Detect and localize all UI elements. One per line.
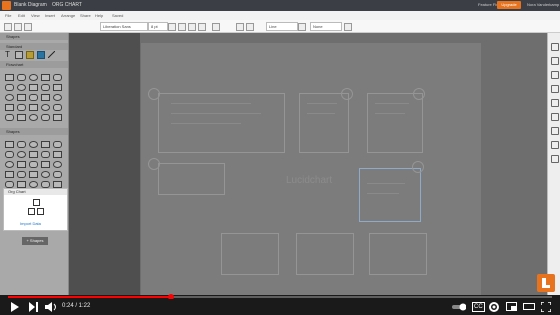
document-title[interactable]: Blank Diagram [14,2,47,8]
text-options-icon[interactable] [551,99,559,107]
text-line [171,123,241,124]
diagram-node-handle [413,88,425,100]
menu-file[interactable]: File [5,13,11,18]
lucidchart-logo-icon[interactable] [2,1,11,10]
upgrade-button[interactable]: Upgrade [497,1,521,9]
fullscreen-icon[interactable] [541,302,551,312]
text-line [367,193,399,194]
diagram-node-handle [148,88,160,100]
text-line [171,103,251,104]
save-status: Saved [112,13,124,18]
org-chart-shape-icon[interactable] [37,208,44,215]
diagram-node-handle [148,158,160,170]
text-line [171,113,261,114]
org-chart-header[interactable]: Org Chart [4,189,67,195]
undo-icon[interactable] [14,23,22,31]
theater-mode-icon[interactable] [523,302,535,311]
miniplayer-icon[interactable] [506,302,517,311]
bold-icon[interactable] [168,23,176,31]
settings-gear-icon[interactable] [489,302,499,312]
layers-icon[interactable] [551,71,559,79]
diagram-canvas[interactable]: Lucidchart [69,33,547,295]
fill-color-icon[interactable] [236,23,244,31]
diagram-page[interactable]: Lucidchart [141,43,481,295]
import-data-link[interactable]: Import Data [20,221,41,226]
align-icon[interactable] [212,23,220,31]
data-link-icon[interactable] [551,155,559,163]
org-chart-section[interactable]: Org Chart Import Data [3,188,68,231]
menu-edit[interactable]: Edit [18,13,25,18]
line-end-icon[interactable] [298,23,306,31]
menu-arrange[interactable]: Arrange [61,13,75,18]
menu-view[interactable]: View [31,13,40,18]
diagram-node-handle [412,161,424,173]
italic-icon[interactable] [178,23,186,31]
menu-insert[interactable]: Insert [45,13,55,18]
diagram-node[interactable] [369,233,427,275]
diagram-node[interactable] [158,163,225,195]
text-line [375,113,405,114]
text-line [307,103,337,104]
shapes-toggle-icon[interactable] [4,23,12,31]
diagram-node[interactable] [221,233,279,275]
text-color-icon[interactable] [198,23,206,31]
org-chart-shape-icon[interactable] [33,199,40,206]
comments-icon[interactable] [551,127,559,135]
more-icon[interactable] [344,23,352,31]
redo-icon[interactable] [24,23,32,31]
autoplay-toggle-icon[interactable] [452,303,466,311]
diagram-node[interactable] [296,233,354,275]
arrow-select[interactable]: None [310,22,342,31]
video-time-display: 0:24 / 1:22 [62,303,91,309]
underline-icon[interactable] [188,23,196,31]
more-shapes-button[interactable]: + Shapes [22,237,48,245]
right-properties-rail [547,33,560,295]
line-options-icon[interactable] [551,113,559,121]
org-chart-header-label: Org Chart [8,189,26,194]
volume-icon[interactable] [45,302,57,312]
diagram-node[interactable] [367,93,423,153]
font-select[interactable]: Liberation Sans [100,22,148,31]
line-style-select[interactable]: Line [266,22,298,31]
font-size-select[interactable]: 8 pt [148,22,168,31]
org-chart-shape-icon[interactable] [28,208,35,215]
video-progress-fill [8,296,171,298]
title-bar: Blank Diagram ORG CHART Feature Find Upg… [0,0,560,11]
diagram-node-handle [341,88,353,100]
menu-share[interactable]: Share [80,13,91,18]
revision-history-icon[interactable] [551,141,559,149]
text-line [307,113,335,114]
canvas-watermark: Lucidchart [286,175,333,186]
user-menu[interactable]: Nora Vanderkamp [527,2,559,7]
shape-options-icon[interactable] [551,85,559,93]
folder-label[interactable]: ORG CHART [52,2,82,8]
menu-help[interactable]: Help [95,13,103,18]
subtitles-icon[interactable]: CC [472,302,485,312]
text-line [367,183,405,184]
text-line [375,103,409,104]
line-color-icon[interactable] [246,23,254,31]
toolbar: Liberation Sans 8 pt Line None [0,20,560,33]
next-icon[interactable] [29,302,38,312]
diagram-node[interactable] [299,93,349,153]
play-icon[interactable] [10,302,19,312]
page-icon[interactable] [551,43,559,51]
selected-diagram-node[interactable] [359,168,421,222]
theme-icon[interactable] [551,57,559,65]
channel-watermark-icon[interactable] [537,274,555,292]
dim-overlay [0,33,140,295]
